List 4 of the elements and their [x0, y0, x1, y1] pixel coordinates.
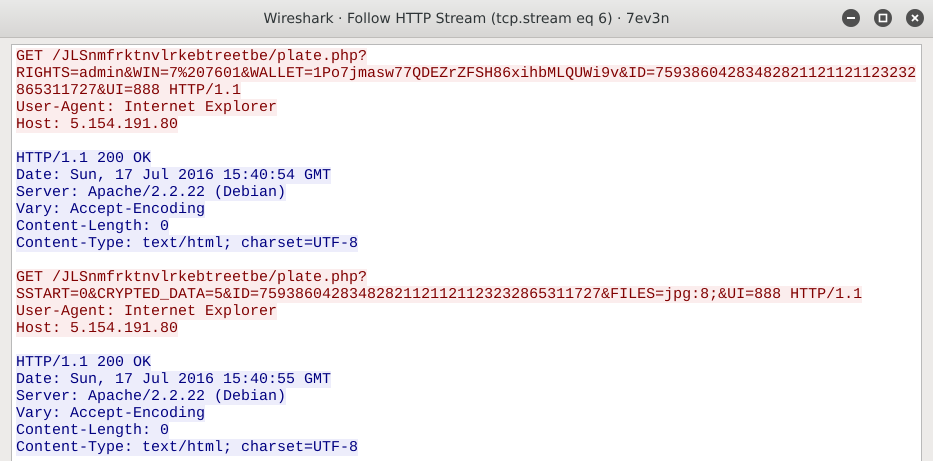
- minimize-icon[interactable]: [842, 9, 860, 27]
- window-title: Wireshark · Follow HTTP Stream (tcp.stream eq 6) · 7ev3n: [264, 10, 670, 26]
- maximize-icon[interactable]: [874, 9, 892, 27]
- close-icon[interactable]: [906, 9, 924, 27]
